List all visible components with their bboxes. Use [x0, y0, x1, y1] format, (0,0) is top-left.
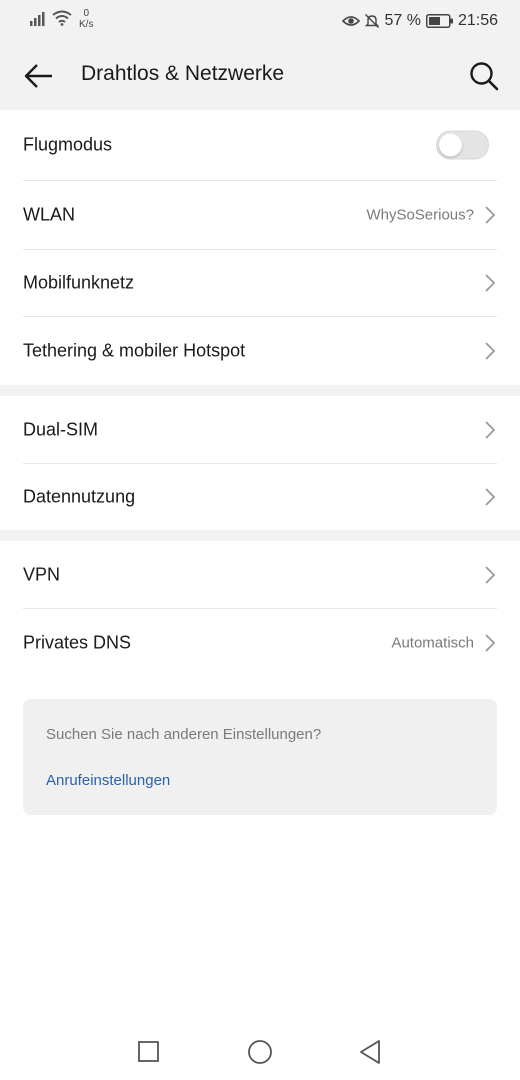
flugmodus-toggle[interactable]: [436, 130, 489, 160]
arrow-left-icon: [24, 64, 52, 88]
suggestion-card: Suchen Sie nach anderen Einstellungen? A…: [23, 699, 497, 815]
network-speed: 0 K/s: [79, 8, 93, 30]
setting-label: Mobilfunknetz: [23, 272, 135, 292]
home-button[interactable]: [240, 1032, 280, 1072]
setting-label: VPN: [23, 564, 61, 584]
eye-icon: [342, 16, 361, 26]
suggestion-link-anrufeinstellungen[interactable]: Anrufeinstellungen: [46, 772, 170, 789]
section-divider: [0, 385, 520, 396]
triangle-back-icon: [360, 1040, 380, 1064]
setting-label: Datennutzung: [23, 486, 136, 506]
setting-label: WLAN: [23, 204, 76, 224]
chevron-right-icon: [485, 634, 496, 652]
setting-row-datennutzung[interactable]: Datennutzung: [0, 463, 520, 530]
setting-row-privates-dns[interactable]: Privates DNS Automatisch: [0, 608, 520, 678]
page-title: Drahtlos & Netzwerke: [81, 62, 285, 85]
toggle-knob: [439, 133, 462, 157]
section-divider: [0, 530, 520, 541]
chevron-right-icon: [485, 565, 496, 584]
wifi-icon: [52, 10, 72, 26]
setting-label: Flugmodus: [23, 134, 113, 155]
back-nav-button[interactable]: [350, 1032, 390, 1072]
recents-button[interactable]: [129, 1032, 169, 1072]
status-left: 0 K/s: [30, 8, 93, 30]
status-right: 57 % 21:56: [342, 10, 498, 32]
setting-row-tethering[interactable]: Tethering & mobiler Hotspot: [0, 316, 520, 385]
search-icon: [470, 62, 499, 91]
notifications-off-icon: [365, 14, 380, 28]
chevron-right-icon: [485, 205, 496, 224]
setting-row-dual-sim[interactable]: Dual-SIM: [0, 396, 520, 463]
chevron-right-icon: [485, 487, 496, 506]
signal-icon: [30, 12, 45, 26]
status-bar: 0 K/s 57 % 21:56: [0, 0, 520, 42]
setting-label: Dual-SIM: [23, 419, 99, 439]
square-icon: [138, 1041, 159, 1062]
setting-label: Privates DNS: [23, 632, 132, 653]
clock: 21:56: [457, 12, 498, 29]
chevron-right-icon: [485, 420, 496, 439]
suggestion-question: Suchen Sie nach anderen Einstellungen?: [46, 726, 322, 743]
setting-row-vpn[interactable]: VPN: [0, 541, 520, 608]
battery-icon: [425, 14, 453, 28]
app-bar: Drahtlos & Netzwerke: [0, 42, 520, 110]
settings-group-sim-data: Dual-SIM Datennutzung: [0, 396, 520, 530]
chevron-right-icon: [485, 273, 496, 292]
setting-value: WhySoSerious?: [366, 206, 474, 223]
setting-row-flugmodus[interactable]: Flugmodus: [0, 110, 520, 180]
setting-row-mobilfunknetz[interactable]: Mobilfunknetz: [0, 249, 520, 316]
search-button[interactable]: [464, 56, 504, 96]
settings-group-connectivity: Flugmodus WLAN WhySoSerious? Mobilfunkne…: [0, 110, 520, 385]
chevron-right-icon: [485, 341, 496, 360]
setting-value: Automatisch: [391, 634, 474, 652]
battery-percent: 57 %: [384, 12, 421, 29]
setting-label: Tethering & mobiler Hotspot: [23, 340, 246, 360]
back-button[interactable]: [16, 56, 64, 96]
navigation-bar: [0, 1018, 520, 1080]
settings-group-privacy: VPN Privates DNS Automatisch: [0, 541, 520, 678]
setting-row-wlan[interactable]: WLAN WhySoSerious?: [0, 180, 520, 249]
network-speed-value: 0: [83, 8, 89, 19]
circle-icon: [248, 1040, 272, 1064]
network-speed-unit: K/s: [79, 19, 94, 30]
top-area: 0 K/s 57 % 21:56 Drahtlos & Netzwerke: [0, 0, 520, 110]
